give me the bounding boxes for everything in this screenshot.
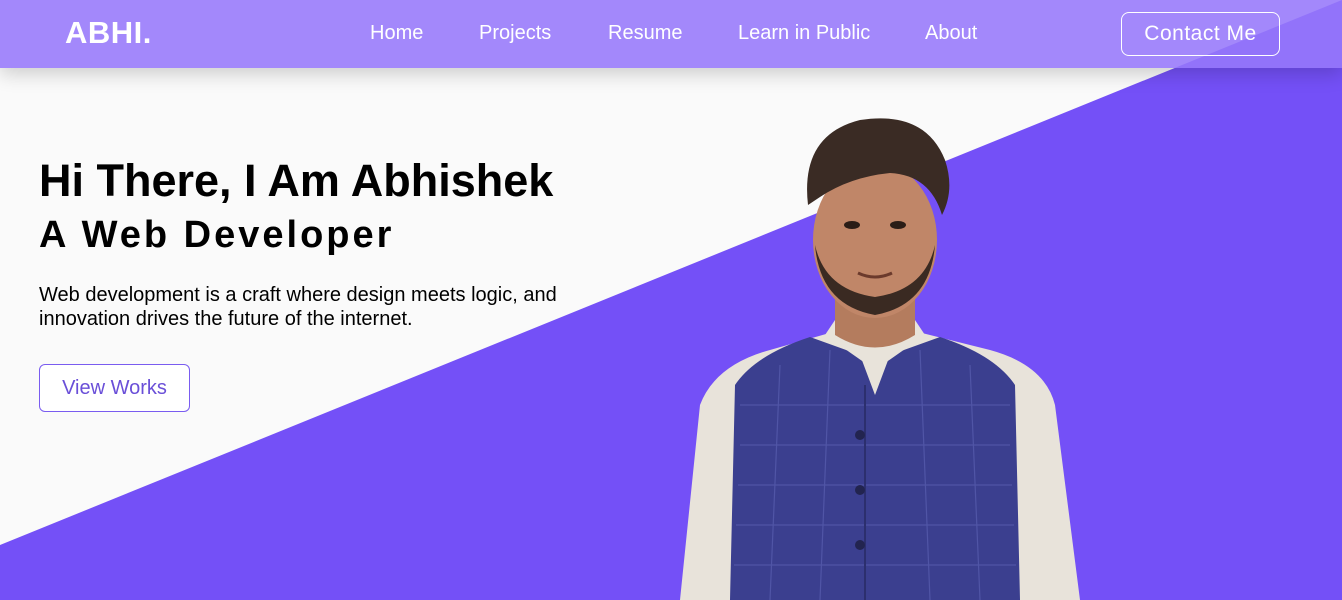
nav-link-projects[interactable]: Projects xyxy=(479,22,551,45)
brand-logo[interactable]: ABHI. xyxy=(65,15,152,51)
nav-link-home[interactable]: Home xyxy=(370,22,423,45)
view-works-button[interactable]: View Works xyxy=(39,364,190,412)
nav-link-about[interactable]: About xyxy=(925,22,977,45)
nav-link-learn-in-public[interactable]: Learn in Public xyxy=(738,22,870,45)
portrait-image xyxy=(680,118,1080,600)
hero-subtitle: A Web Developer xyxy=(39,214,395,256)
hero-title: Hi There, I Am Abhishek xyxy=(39,155,554,206)
top-navbar: ABHI. Home Projects Resume Learn in Publ… xyxy=(0,0,1342,68)
nav-link-resume[interactable]: Resume xyxy=(608,22,682,45)
hero-description: Web development is a craft where design … xyxy=(39,284,557,330)
contact-me-button[interactable]: Contact Me xyxy=(1121,12,1280,56)
